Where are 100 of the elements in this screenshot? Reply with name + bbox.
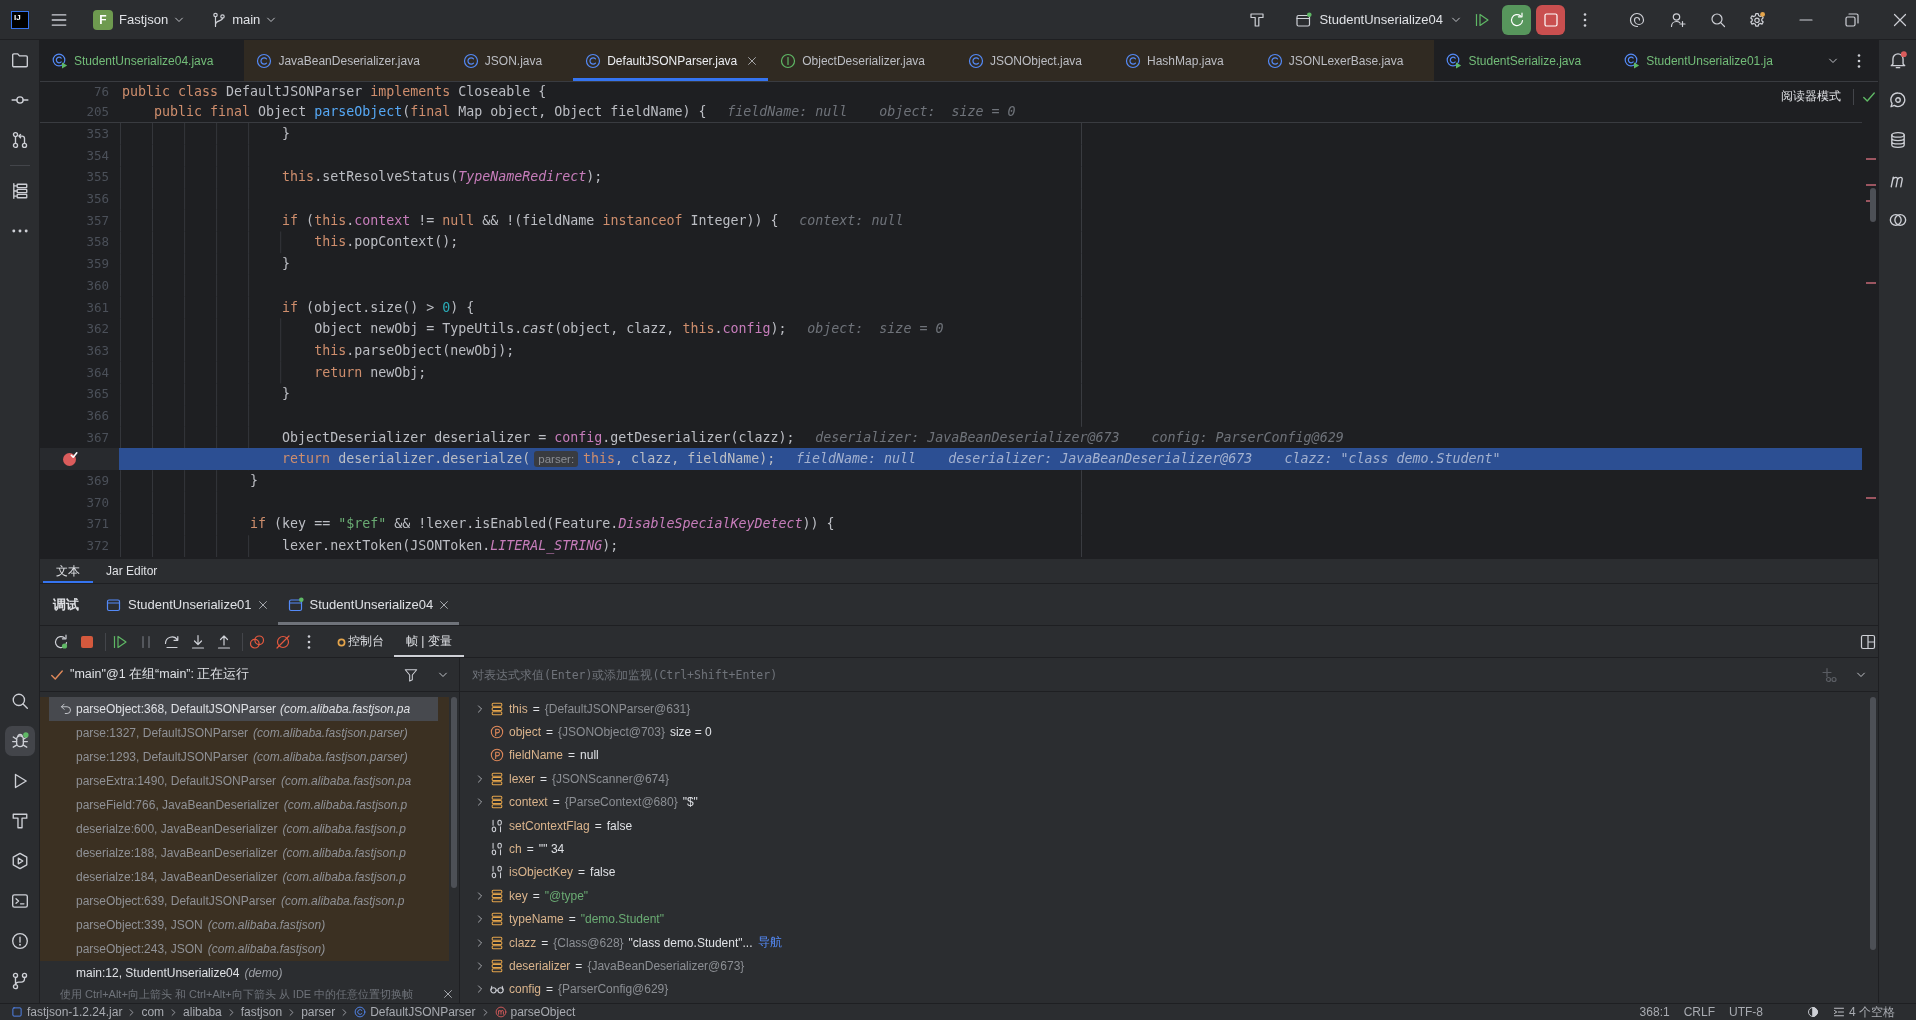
editor-tab[interactable]: JSONLexerBase.java <box>1254 40 1435 81</box>
stack-frame[interactable]: parseObject:368, DefaultJSONParser (com.alibaba.fastjson.pa <box>40 697 449 721</box>
stack-frame[interactable]: parse:1293, DefaultJSONParser (com.alibaba.fastjson.parser) <box>40 745 449 769</box>
t-shape-icon[interactable] <box>1249 11 1266 28</box>
breadcrumb-item[interactable]: alibaba <box>183 1004 222 1020</box>
app-logo[interactable]: IJ <box>11 10 29 29</box>
search-icon[interactable] <box>1710 11 1726 28</box>
stack-frame[interactable]: parseExtra:1490, DefaultJSONParser (com.alibaba.fastjson.pa <box>40 769 449 793</box>
editor-tab[interactable]: JavaBeanDeserializer.java <box>244 40 451 81</box>
step-over-icon[interactable] <box>164 633 180 650</box>
view-tab[interactable]: 控制台 <box>327 626 394 657</box>
pull-request-icon[interactable] <box>10 131 29 149</box>
close-icon[interactable] <box>439 599 450 610</box>
scrollbar-thumb[interactable] <box>451 697 457 888</box>
resume-icon[interactable] <box>1474 11 1490 28</box>
stack-frame[interactable]: main:12, StudentUnserialize04 (demo) <box>40 961 449 985</box>
variable-row[interactable]: this = {DefaultJSONParser@631} <box>460 697 1868 721</box>
restore-icon[interactable] <box>1844 11 1860 28</box>
editor-tab[interactable]: HashMap.java <box>1113 40 1255 81</box>
breadcrumb-item[interactable]: fastjson-1.2.24.jar <box>11 1004 123 1020</box>
editor-view-tab[interactable]: 文本 <box>43 559 93 583</box>
two-circles-icon[interactable] <box>249 633 265 650</box>
stack-frame[interactable]: parseField:766, JavaBeanDeserializer (com.alibaba.fastjson.p <box>40 793 449 817</box>
warning-icon[interactable] <box>10 932 29 950</box>
status-item[interactable]: 4 个空格 <box>1833 1004 1895 1020</box>
branch-dropdown[interactable]: main <box>205 6 284 33</box>
stack-frame[interactable]: deserialze:184, JavaBeanDeserializer (com.alibaba.fastjson.p <box>40 865 449 889</box>
variable-row[interactable]: deserializer = {JavaBeanDeserializer@673} <box>460 954 1868 978</box>
session-tab[interactable]: StudentUnserialize04 <box>277 584 460 625</box>
editor-view-tab[interactable]: Jar Editor <box>93 559 171 583</box>
editor-tab[interactable]: StudentUnserialize04.java <box>40 40 245 81</box>
add-user-icon[interactable] <box>1670 11 1686 28</box>
navigate-link[interactable]: 导航 <box>757 934 782 952</box>
stop-button[interactable] <box>1536 4 1565 35</box>
half-circle-icon[interactable] <box>1807 1006 1819 1018</box>
filter-icon[interactable] <box>404 667 418 682</box>
editor-tab[interactable]: JSONObject.java <box>956 40 1114 81</box>
spiral-icon[interactable] <box>1629 11 1645 28</box>
close-icon[interactable] <box>747 55 758 66</box>
variable-row[interactable]: setContextFlag = false <box>460 813 1868 838</box>
step-out-icon[interactable] <box>216 633 232 650</box>
editor-tab[interactable]: StudentSerialize.java <box>1434 40 1613 81</box>
bug-icon[interactable] <box>4 726 35 756</box>
breadcrumb-item[interactable]: com <box>141 1004 165 1020</box>
variable-row[interactable]: fieldName = null <box>460 743 1868 768</box>
variable-row[interactable]: object = {JSONObject@703} size = 0 <box>460 720 1868 744</box>
variable-row[interactable]: typeName = "demo.Student" <box>460 907 1868 931</box>
stack-frame[interactable]: parseObject:639, DefaultJSONParser (com.alibaba.fastjson.p <box>40 889 449 913</box>
stop-icon[interactable] <box>79 633 95 650</box>
variable-row[interactable]: lexer = {JSONScanner@674} <box>460 767 1868 791</box>
search-icon[interactable] <box>10 692 29 710</box>
status-item[interactable]: UTF-8 <box>1729 1004 1763 1020</box>
run-config-dropdown[interactable]: StudentUnserialize04 <box>1290 6 1468 33</box>
status-item[interactable]: CRLF <box>1683 1004 1715 1020</box>
variable-row[interactable]: clazz = {Class@628} "class demo.Student"... 导航 <box>460 930 1868 955</box>
stack-frame[interactable]: parseObject:339, JSON (com.alibaba.fastjson) <box>40 913 449 937</box>
variable-row[interactable]: ch = '"' 34 <box>460 837 1868 861</box>
editor-tab[interactable]: ObjectDeserializer.java <box>768 40 956 81</box>
editor-tab[interactable]: StudentUnserialize01.ja <box>1612 40 1804 81</box>
close-icon[interactable] <box>443 989 453 999</box>
close-icon[interactable] <box>257 599 268 610</box>
layout-icon[interactable] <box>1860 633 1876 650</box>
editor-tab[interactable]: JSON.java <box>450 40 574 81</box>
folder-icon[interactable] <box>10 51 29 69</box>
breadcrumb-item[interactable]: parser <box>301 1004 336 1020</box>
reader-mode-button[interactable]: 阅读器模式 <box>1777 86 1845 107</box>
settings-icon[interactable] <box>1749 11 1765 28</box>
evaluate-field[interactable]: 对表达式求值(Enter)或添加监视(Ctrl+Shift+Enter) <box>460 658 1821 691</box>
resume-icon[interactable] <box>112 633 128 650</box>
overlapping-circles-icon[interactable] <box>1888 211 1907 229</box>
hexagon-play-icon[interactable] <box>10 852 29 870</box>
database-icon[interactable] <box>1888 131 1907 149</box>
breadcrumb-item[interactable]: fastjson <box>240 1004 283 1020</box>
status-item[interactable]: 368:1 <box>1639 1004 1670 1020</box>
session-tab[interactable]: StudentUnserialize01 <box>96 584 278 625</box>
t-shape-icon[interactable] <box>10 812 29 830</box>
stack-frame[interactable]: deserialze:600, JavaBeanDeserializer (com.alibaba.fastjson.p <box>40 817 449 841</box>
branch-icon[interactable] <box>10 972 29 990</box>
close-icon[interactable] <box>1892 11 1908 28</box>
variable-row[interactable]: config = {ParserConfig@629} <box>460 977 1868 1002</box>
project-dropdown[interactable]: Fastjson <box>113 7 192 32</box>
breadcrumb-item[interactable]: DefaultJSONParser <box>354 1004 476 1020</box>
stack-frame[interactable]: deserialze:188, JavaBeanDeserializer (com.alibaba.fastjson.p <box>40 841 449 865</box>
variable-row[interactable]: key = "@type" <box>460 884 1868 908</box>
thread-selector[interactable]: "main"@1 在组“main”: 正在运行 <box>50 666 250 683</box>
terminal-icon[interactable] <box>10 892 29 910</box>
slashed-circle-icon[interactable] <box>275 633 291 650</box>
step-into-icon[interactable] <box>190 633 206 650</box>
rerun-button[interactable] <box>1502 4 1531 35</box>
chat-icon[interactable] <box>1888 91 1907 109</box>
notifications-icon[interactable] <box>1888 51 1907 69</box>
variable-row[interactable]: isObjectKey = false <box>460 860 1868 885</box>
breadcrumb-item[interactable]: parseObject <box>494 1004 576 1020</box>
view-tab[interactable]: 帧 | 变量 <box>394 626 464 657</box>
check-icon[interactable] <box>1862 89 1876 104</box>
scrollbar-thumb[interactable] <box>1870 697 1876 950</box>
editor-tab[interactable]: DefaultJSONParser.java <box>573 40 769 81</box>
rerun-icon[interactable] <box>53 633 69 650</box>
stack-frame[interactable]: parse:1327, DefaultJSONParser (com.alibaba.fastjson.parser) <box>40 721 449 745</box>
stack-frame[interactable]: parseObject:243, JSON (com.alibaba.fastjson) <box>40 937 449 961</box>
